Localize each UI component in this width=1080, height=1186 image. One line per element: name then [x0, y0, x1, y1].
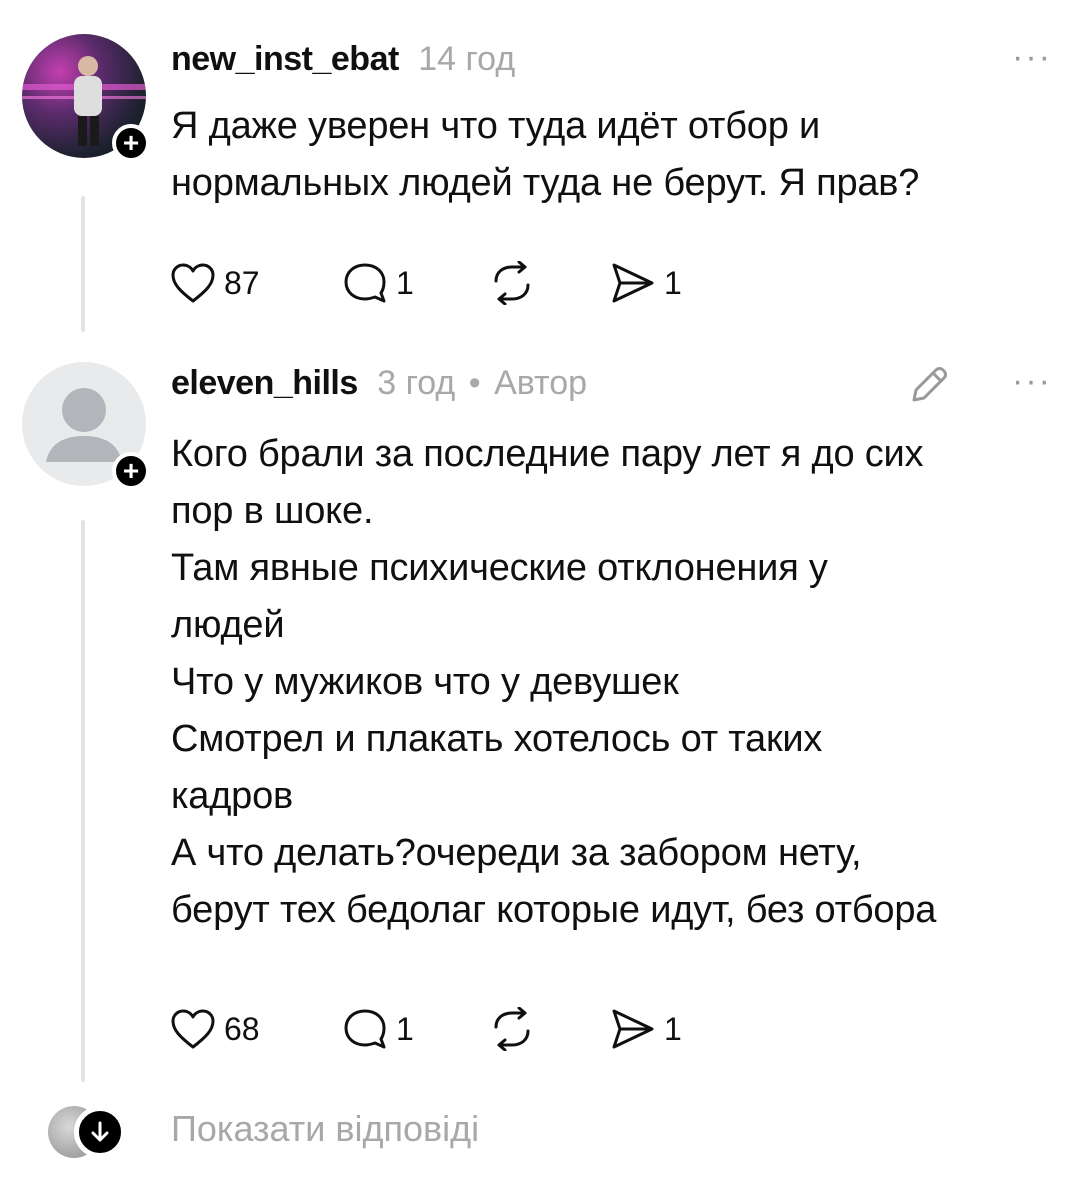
comment-meta: eleven_hills 3 год • Автор — [171, 364, 587, 403]
username[interactable]: eleven_hills — [171, 364, 358, 402]
text-line: Что у мужиков что у девушек — [171, 661, 679, 703]
username[interactable]: new_inst_ebat — [171, 40, 399, 78]
repost-icon — [494, 261, 530, 305]
text-line: пор в шоке. — [171, 490, 374, 532]
reply-button[interactable]: 1 — [342, 1004, 414, 1054]
share-count: 1 — [664, 1010, 682, 1047]
reply-button[interactable]: 1 — [342, 258, 414, 308]
repost-button[interactable] — [488, 1004, 536, 1054]
plus-icon: + — [122, 455, 140, 486]
avatar-1[interactable]: + — [22, 34, 150, 162]
text-line: А что делать?очереди за забором нету, — [171, 832, 862, 874]
repost-button[interactable] — [488, 258, 536, 308]
comment-bubble-icon — [344, 1009, 386, 1049]
share-button[interactable]: 1 — [610, 258, 682, 308]
text-line: берут тех бедолаг которые идут, без отбо… — [171, 889, 937, 931]
comment-meta: new_inst_ebat 14 год — [171, 40, 515, 79]
comment-text: Кого брали за последние пару лет я до си… — [171, 426, 1051, 939]
expand-replies-button[interactable] — [74, 1106, 126, 1158]
separator: • — [468, 364, 481, 402]
text-line: Кого брали за последние пару лет я до си… — [171, 433, 924, 475]
heart-icon — [171, 263, 215, 303]
follow-button[interactable]: + — [112, 124, 150, 162]
heart-icon — [171, 1009, 215, 1049]
share-button[interactable]: 1 — [610, 1004, 682, 1054]
share-count: 1 — [664, 264, 682, 301]
text-line: Смотрел и плакать хотелось от таких — [171, 718, 823, 760]
text-line: людей — [171, 604, 285, 646]
thread-line — [81, 196, 85, 332]
repost-icon — [494, 1007, 530, 1051]
like-button[interactable]: 68 — [170, 1004, 260, 1054]
text-line: Там явные психические отклонения у — [171, 547, 828, 589]
timestamp: 3 год — [377, 364, 456, 402]
follow-button[interactable]: + — [112, 452, 150, 490]
timestamp: 14 год — [418, 40, 516, 78]
like-button[interactable]: 87 — [170, 258, 260, 308]
more-options-button[interactable]: ··· — [1012, 362, 1052, 401]
text-line: нормальных людей туда не берут. Я прав? — [171, 162, 920, 204]
more-options-button[interactable]: ··· — [1012, 38, 1052, 77]
avatar-2[interactable]: + — [22, 362, 150, 490]
arrow-down-icon — [91, 1121, 109, 1142]
thread-line — [81, 520, 85, 1082]
send-icon — [612, 263, 654, 303]
like-count: 68 — [224, 1010, 260, 1047]
send-icon — [612, 1009, 654, 1049]
plus-icon: + — [122, 127, 140, 158]
pencil-icon[interactable] — [906, 362, 952, 408]
reply-count: 1 — [396, 1010, 414, 1047]
comment-text: Я даже уверен что туда идёт отбор и норм… — [171, 98, 1051, 212]
like-count: 87 — [224, 264, 260, 301]
text-line: Я даже уверен что туда идёт отбор и — [171, 105, 821, 147]
text-line: кадров — [171, 775, 294, 817]
comment-bubble-icon — [344, 263, 386, 303]
author-tag: Автор — [494, 364, 588, 402]
reply-count: 1 — [396, 264, 414, 301]
show-replies-link[interactable]: Показати відповіді — [171, 1108, 479, 1150]
